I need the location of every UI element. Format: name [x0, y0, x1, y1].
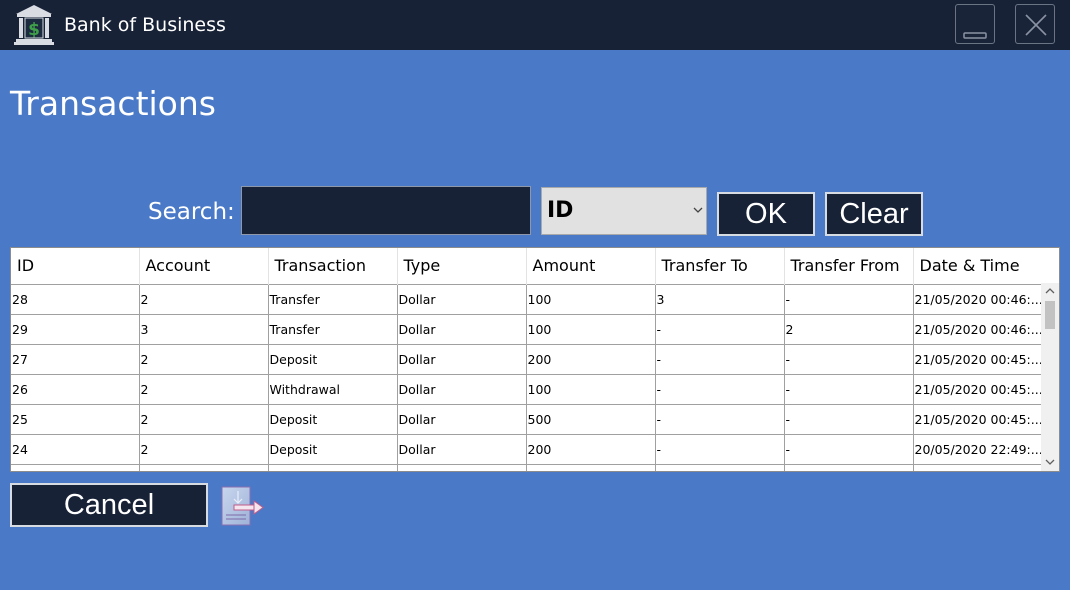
scroll-down-icon[interactable]: [1041, 457, 1059, 467]
cell-date-time[interactable]: 21/05/2020 00:45:...: [912, 403, 1044, 435]
cell-type[interactable]: Dollar: [396, 403, 527, 435]
column-header-amount[interactable]: Amount: [526, 248, 656, 284]
table-row[interactable]: 25 2 Deposit Dollar 500- -21/05/2020 00:45:..…: [11, 403, 1044, 435]
cell-id[interactable]: 27: [11, 343, 140, 375]
export-icon[interactable]: [220, 485, 266, 527]
search-field-select-value: ID: [547, 198, 574, 223]
table-row[interactable]: 29 3 Transfer Dollar 100-2 21/05/2020 00:46:.…: [11, 313, 1044, 345]
bank-dollar-icon: $: [14, 5, 54, 45]
column-header-type[interactable]: Type: [397, 248, 527, 284]
cell-transfer-from[interactable]: [783, 463, 914, 471]
cell-transfer-to[interactable]: -: [654, 313, 785, 345]
cell-date-time[interactable]: 21/05/2020 00:45:...: [912, 343, 1044, 375]
cell-transaction[interactable]: Transfer: [267, 283, 398, 315]
cell-id[interactable]: 28: [11, 283, 140, 315]
cell-type[interactable]: Dollar: [396, 433, 527, 465]
cell-transfer-from[interactable]: -: [783, 373, 914, 405]
table-row[interactable]: 27 2 Deposit Dollar 200- -21/05/2020 00:45:..…: [11, 343, 1044, 375]
column-header-transfer-to[interactable]: Transfer To: [655, 248, 785, 284]
cell-transaction[interactable]: Withdrawal: [267, 373, 398, 405]
cell-date-time[interactable]: 20/05/2020 22:49:...: [912, 433, 1044, 465]
cell-transfer-from[interactable]: -: [783, 343, 914, 375]
cell-id[interactable]: 26: [11, 373, 140, 405]
table-header-row: ID Account Transaction Type Amount Trans…: [11, 248, 1044, 284]
cell-transaction[interactable]: Deposit: [267, 403, 398, 435]
app-title: Bank of Business: [64, 14, 226, 36]
cell-amount[interactable]: 500: [525, 403, 656, 435]
cell-account[interactable]: 3: [138, 313, 269, 345]
close-button[interactable]: [1015, 4, 1055, 44]
cell-transaction[interactable]: Deposit: [267, 343, 398, 375]
column-header-id[interactable]: ID: [11, 248, 140, 284]
cell-transfer-from[interactable]: -: [783, 403, 914, 435]
column-header-transfer-from[interactable]: Transfer From: [784, 248, 914, 284]
column-header-transaction[interactable]: Transaction: [268, 248, 398, 284]
cell-transfer-from[interactable]: -: [783, 283, 914, 315]
cell-account[interactable]: 2: [138, 403, 269, 435]
cell-date-time[interactable]: 21/05/2020 00:46:...: [912, 313, 1044, 345]
ok-button[interactable]: OK: [717, 192, 815, 236]
cell-transaction[interactable]: [267, 463, 398, 471]
cell-amount[interactable]: 200: [525, 433, 656, 465]
cell-type[interactable]: Dollar: [396, 283, 527, 315]
svg-text:$: $: [28, 20, 40, 40]
cell-date-time[interactable]: 21/05/2020 00:46:...: [912, 283, 1044, 315]
cell-id[interactable]: [11, 463, 140, 471]
cell-account[interactable]: 2: [138, 373, 269, 405]
cell-amount[interactable]: 200: [525, 343, 656, 375]
chevron-down-icon: [693, 207, 703, 213]
page-title: Transactions: [10, 84, 216, 123]
transactions-table[interactable]: ID Account Transaction Type Amount Trans…: [10, 247, 1060, 472]
cell-type[interactable]: [396, 463, 527, 471]
minimize-button[interactable]: [955, 4, 995, 44]
cell-amount[interactable]: 100: [525, 373, 656, 405]
scroll-up-icon[interactable]: [1041, 286, 1059, 296]
cell-transfer-to[interactable]: 3: [654, 283, 785, 315]
cell-date-time[interactable]: [912, 463, 1044, 471]
cell-transfer-from[interactable]: 2: [783, 313, 914, 345]
cell-amount[interactable]: [525, 463, 656, 471]
cell-transfer-to[interactable]: -: [654, 343, 785, 375]
column-header-account[interactable]: Account: [139, 248, 269, 284]
cell-amount[interactable]: 100: [525, 313, 656, 345]
cell-account[interactable]: 2: [138, 343, 269, 375]
cell-date-time[interactable]: 21/05/2020 00:45:...: [912, 373, 1044, 405]
cell-transfer-from[interactable]: -: [783, 433, 914, 465]
cell-id[interactable]: 25: [11, 403, 140, 435]
cell-amount[interactable]: 100: [525, 283, 656, 315]
table-row[interactable]: 28 2 Transfer Dollar 100 3-21/05/2020 00:46:.…: [11, 283, 1044, 315]
search-label: Search:: [148, 199, 235, 225]
table-row[interactable]: 26 2 Withdrawal Dollar 100- -21/05/2020 00:45…: [11, 373, 1044, 405]
scrollbar-thumb[interactable]: [1045, 301, 1055, 329]
cell-transfer-to[interactable]: [654, 463, 785, 471]
search-field-select[interactable]: ID: [541, 187, 707, 235]
table-row[interactable]: 24 2 Deposit Dollar 200- -20/05/2020 22:49:..…: [11, 433, 1044, 465]
title-bar: $ Bank of Business: [0, 0, 1070, 50]
minimize-icon: [963, 32, 987, 39]
cell-id[interactable]: 24: [11, 433, 140, 465]
table-row[interactable]: [11, 463, 1044, 471]
cancel-button[interactable]: Cancel: [10, 483, 208, 527]
close-icon: [1025, 14, 1047, 36]
cell-transfer-to[interactable]: -: [654, 433, 785, 465]
table-scrollbar[interactable]: [1041, 283, 1059, 471]
cell-type[interactable]: Dollar: [396, 343, 527, 375]
cell-account[interactable]: 2: [138, 433, 269, 465]
column-header-date-time[interactable]: Date & Time: [913, 248, 1044, 284]
cell-transaction[interactable]: Deposit: [267, 433, 398, 465]
cell-transaction[interactable]: Transfer: [267, 313, 398, 345]
clear-button[interactable]: Clear: [825, 192, 923, 236]
cell-transfer-to[interactable]: -: [654, 373, 785, 405]
search-input[interactable]: [241, 186, 531, 235]
cell-id[interactable]: 29: [11, 313, 140, 345]
cell-type[interactable]: Dollar: [396, 313, 527, 345]
cell-transfer-to[interactable]: -: [654, 403, 785, 435]
cell-account[interactable]: 2: [138, 283, 269, 315]
cell-type[interactable]: Dollar: [396, 373, 527, 405]
cell-account[interactable]: [138, 463, 269, 471]
